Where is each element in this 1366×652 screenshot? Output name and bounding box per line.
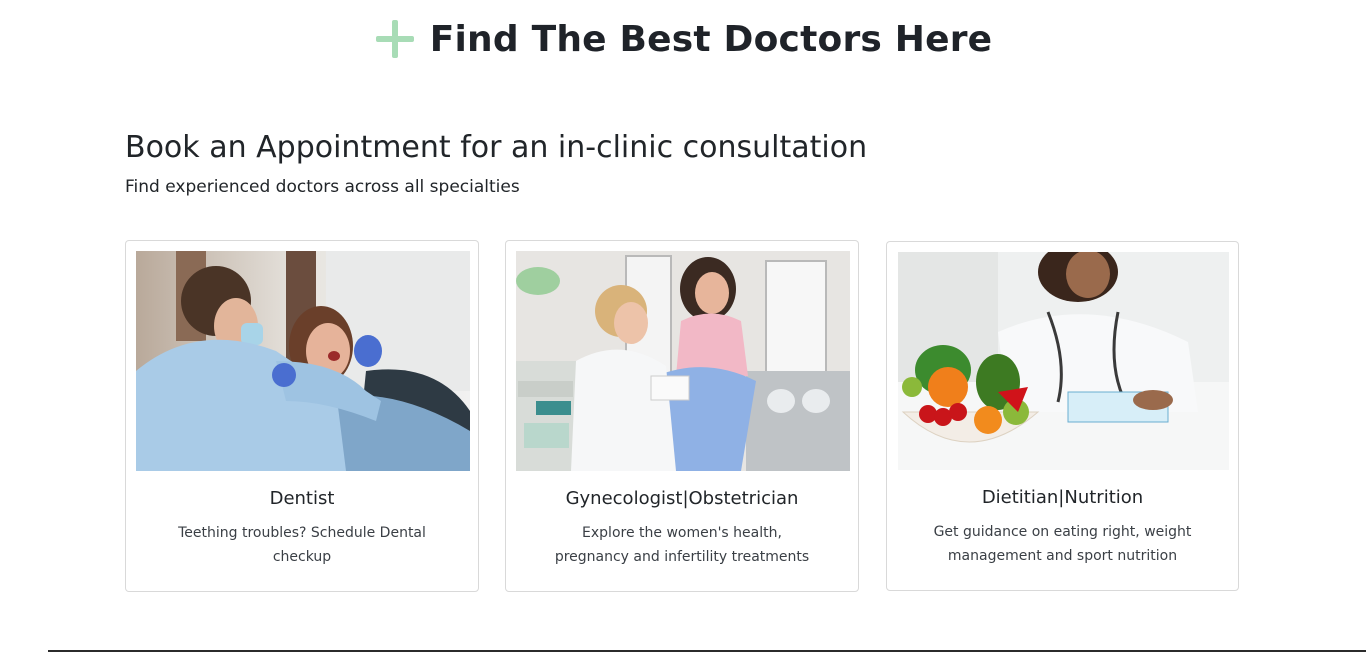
dentist-photo (136, 251, 470, 471)
specialty-card-dentist[interactable]: Dentist Teething troubles? Schedule Dent… (125, 240, 479, 592)
gynecologist-photo (516, 251, 850, 471)
card-text: Explore the women's health, pregnancy an… (554, 525, 810, 565)
specialty-card-gynecologist[interactable]: Gynecologist|Obstetrician Explore the wo… (505, 240, 859, 592)
card-text: Teething troubles? Schedule Dental check… (178, 525, 426, 565)
page: Find The Best Doctors Here Book an Appoi… (0, 0, 1366, 652)
section-heading: Book an Appointment for an in-clinic con… (125, 130, 868, 165)
dietitian-photo (898, 252, 1229, 472)
plus-icon (374, 18, 416, 60)
hero-title: Find The Best Doctors Here (0, 18, 1366, 60)
specialty-card-dietitian[interactable]: Dietitian|Nutrition Get guidance on eati… (886, 241, 1239, 591)
page-title: Find The Best Doctors Here (429, 18, 993, 60)
card-text: Get guidance on eating right, weight man… (933, 524, 1192, 564)
card-title: Dietitian|Nutrition (981, 487, 1144, 508)
section-subheading: Find experienced doctors across all spec… (125, 177, 520, 197)
card-title: Dentist (269, 488, 335, 509)
card-title: Gynecologist|Obstetrician (565, 488, 799, 509)
